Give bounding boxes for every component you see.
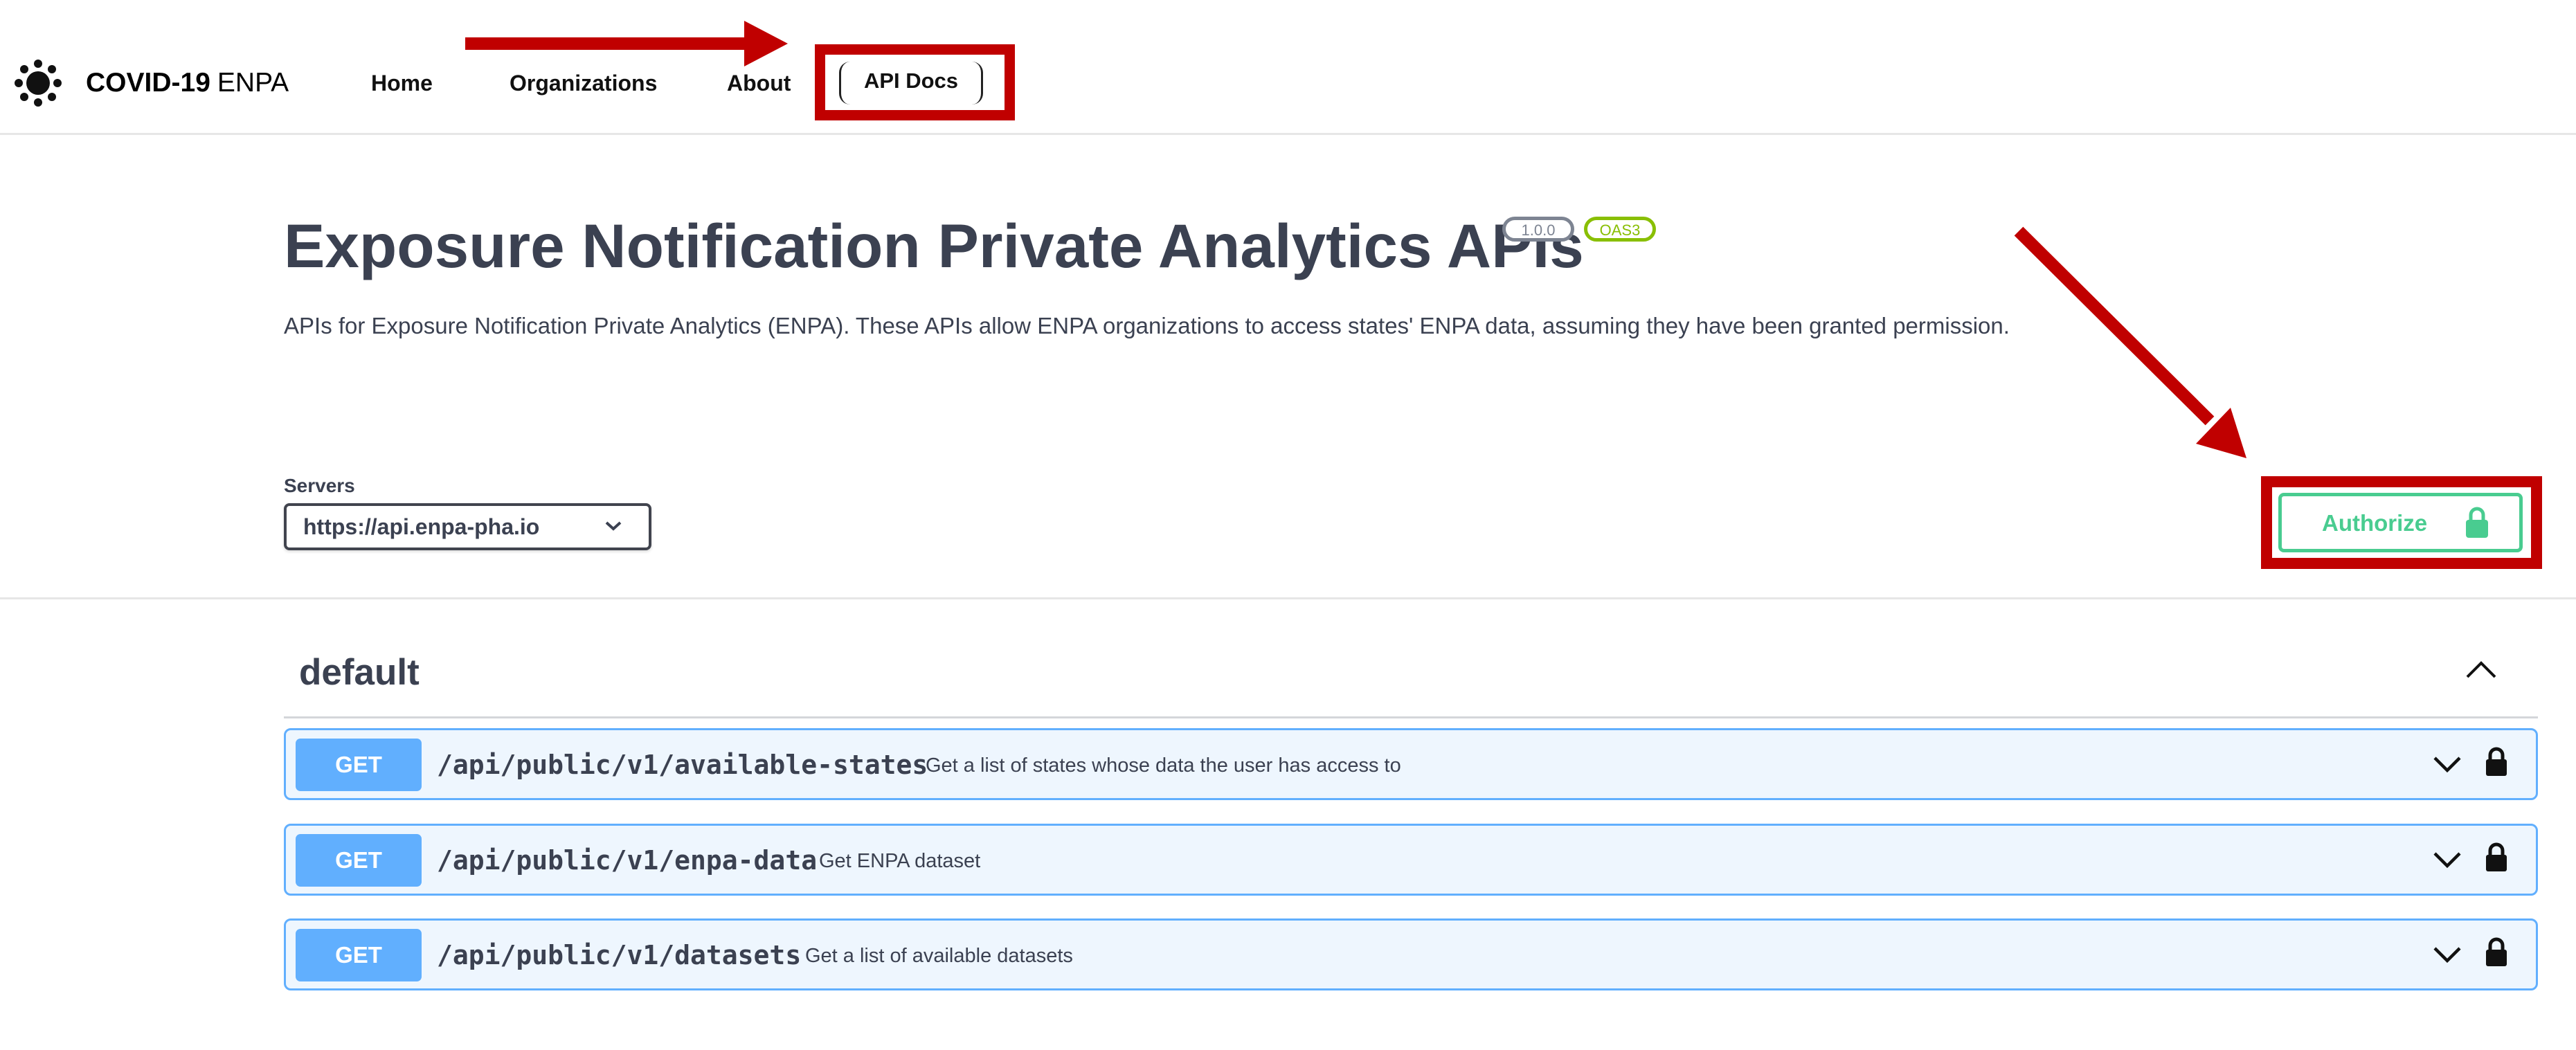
lock-icon[interactable] <box>2485 937 2508 968</box>
page-title: Exposure Notification Private Analytics … <box>284 211 1584 280</box>
chevron-down-icon <box>605 521 622 531</box>
operation-available-states[interactable]: GET /api/public/v1/available-states Get … <box>284 728 2538 800</box>
method-badge: GET <box>296 929 422 981</box>
chevron-down-icon[interactable] <box>2432 754 2462 775</box>
scheme-divider <box>0 597 2576 599</box>
operation-summary: Get a list of states whose data the user… <box>926 754 1401 777</box>
top-nav: COVID-19 ENPA Home Organizations About AP… <box>0 0 2576 135</box>
lock-icon[interactable] <box>2485 842 2508 873</box>
arrow-to-authorize <box>2014 226 2246 458</box>
operation-datasets[interactable]: GET /api/public/v1/datasets Get a list o… <box>284 918 2538 990</box>
tag-title-default[interactable]: default <box>299 651 420 695</box>
chevron-down-icon[interactable] <box>2432 944 2462 965</box>
lock-icon <box>2466 507 2488 538</box>
operation-path: /api/public/v1/enpa-data <box>437 845 818 876</box>
virus-logo-icon[interactable] <box>14 59 62 107</box>
operation-summary: Get ENPA dataset <box>819 850 981 872</box>
version-badge: 1.0.0 <box>1502 217 1574 242</box>
operation-path: /api/public/v1/available-states <box>437 750 928 780</box>
chevron-up-icon[interactable] <box>2465 659 2498 680</box>
operation-enpa-data[interactable]: GET /api/public/v1/enpa-data Get ENPA da… <box>284 824 2538 896</box>
nav-link-home[interactable]: Home <box>371 64 433 102</box>
servers-selected-value: https://api.enpa-pha.io <box>303 514 540 539</box>
tag-divider <box>284 716 2538 718</box>
method-badge: GET <box>296 739 422 791</box>
brand-bold: COVID-19 <box>86 68 210 98</box>
nav-link-about[interactable]: About <box>727 64 791 102</box>
method-badge: GET <box>296 834 422 887</box>
brand-thin: ENPA <box>217 68 289 98</box>
oas-badge: OAS3 <box>1584 217 1656 242</box>
operation-summary: Get a list of available datasets <box>805 945 1073 967</box>
lock-icon[interactable] <box>2485 747 2508 777</box>
api-description: APIs for Exposure Notification Private A… <box>284 313 2010 338</box>
servers-select[interactable]: https://api.enpa-pha.io <box>284 503 651 550</box>
nav-link-api-docs[interactable]: API Docs <box>839 62 983 105</box>
servers-label: Servers <box>284 475 355 496</box>
chevron-down-icon[interactable] <box>2432 849 2462 870</box>
authorize-label: Authorize <box>2322 510 2428 536</box>
operation-path: /api/public/v1/datasets <box>437 940 802 970</box>
brand-name[interactable]: COVID-19 ENPA <box>86 64 289 102</box>
nav-link-organizations[interactable]: Organizations <box>510 64 657 102</box>
authorize-button[interactable]: Authorize <box>2278 493 2523 552</box>
